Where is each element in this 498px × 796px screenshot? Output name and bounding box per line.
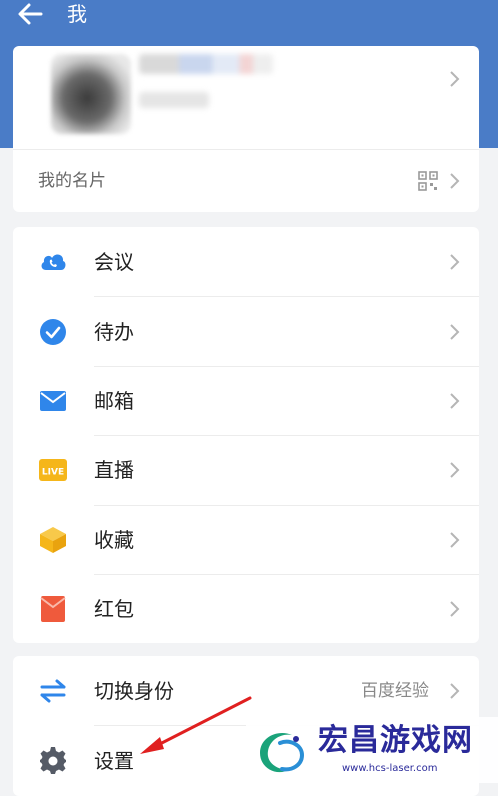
watermark-url: www.hcs-laser.com <box>342 763 438 774</box>
profile-subtitle-blurred <box>139 92 209 108</box>
chevron-right-icon <box>450 71 460 87</box>
chevron-right-icon <box>450 683 460 699</box>
box-icon <box>40 527 66 553</box>
menu-item-todo[interactable]: 待办 <box>13 297 479 366</box>
avatar <box>51 54 131 134</box>
chevron-right-icon <box>450 532 460 548</box>
profile-row[interactable] <box>13 46 479 149</box>
chevron-right-icon <box>450 462 460 478</box>
watermark: 宏昌游戏网 www.hcs-laser.com <box>246 717 498 783</box>
live-badge-text: LIVE <box>42 468 64 478</box>
mail-icon <box>40 391 66 411</box>
profile-card: 我的名片 <box>13 46 479 212</box>
my-card-label[interactable]: 我的名片 <box>38 170 106 192</box>
menu-item-meeting[interactable]: 会议 <box>13 227 479 296</box>
watermark-text: 宏昌游戏网 <box>318 723 473 758</box>
chevron-right-icon <box>450 601 460 617</box>
chevron-right-icon <box>450 254 460 270</box>
live-badge-icon: LIVE <box>39 459 67 481</box>
menu-item-label: 收藏 <box>94 528 134 552</box>
page-title: 我 <box>67 2 87 26</box>
menu-item-live[interactable]: LIVE 直播 <box>13 435 479 504</box>
divider <box>13 149 479 150</box>
chevron-right-icon <box>450 393 460 409</box>
chevron-right-icon <box>450 173 460 189</box>
annotation-arrow <box>140 696 252 754</box>
switch-arrows-icon <box>40 679 66 703</box>
chevron-right-icon <box>450 324 460 340</box>
menu-item-label: 设置 <box>94 749 134 773</box>
menu-item-mail[interactable]: 邮箱 <box>13 366 479 435</box>
check-circle-icon <box>40 319 66 345</box>
back-arrow-icon[interactable] <box>17 2 43 26</box>
current-identity-value: 百度经验 <box>361 681 429 701</box>
menu-item-label: 直播 <box>94 458 134 482</box>
red-envelope-icon <box>40 596 66 622</box>
qr-code-icon[interactable] <box>418 171 438 191</box>
menu-item-label: 邮箱 <box>94 389 134 413</box>
menu-item-red-envelope[interactable]: 红包 <box>13 574 479 643</box>
header: 我 <box>0 0 498 30</box>
menu-item-label: 会议 <box>94 250 134 274</box>
menu-card: 会议 待办 邮箱 LIVE 直播 收藏 红包 <box>13 227 479 643</box>
menu-item-label: 红包 <box>94 597 134 621</box>
cloud-phone-icon <box>41 254 66 270</box>
profile-name-blurred <box>139 54 273 74</box>
watermark-logo <box>260 733 305 773</box>
menu-item-label: 待办 <box>94 320 134 344</box>
gear-icon <box>40 747 66 774</box>
menu-item-favorites[interactable]: 收藏 <box>13 505 479 574</box>
